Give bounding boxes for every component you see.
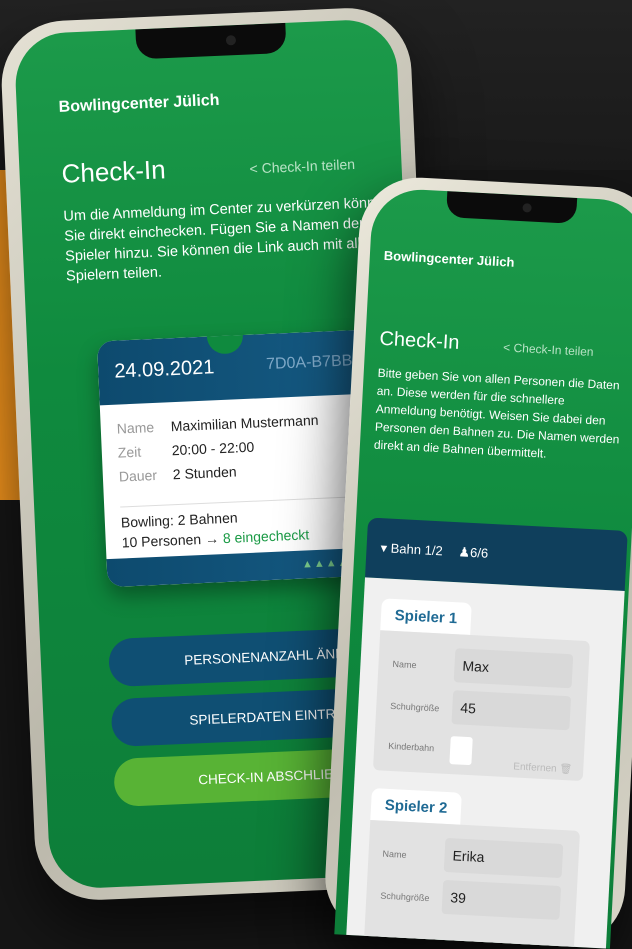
customer-name: Maximilian Mustermann: [170, 411, 319, 435]
person-icon: ♟: [458, 544, 471, 560]
page-title: Check-In: [378, 327, 461, 354]
bowling-lanes: Bowling: 2 Bahnen: [120, 509, 238, 531]
intro-text: Bitte geben Sie von allen Personen die D…: [373, 365, 620, 461]
player-1-remove-link[interactable]: Entfernen 🗑: [513, 761, 572, 775]
phone-right-screen: Bowlingcenter Jülich Check-In < Check-In…: [334, 187, 632, 949]
detail-row-duration: Dauer 2 Stunden: [118, 463, 237, 485]
booking-code: 7D0A-B7BB: [265, 352, 353, 374]
share-icon: <: [502, 340, 511, 355]
player-2-shoe-input[interactable]: 39: [441, 879, 562, 921]
intro-text: Um die Anmeldung im Center zu verkürzen …: [63, 194, 392, 285]
persons-status: 10 Personen → 8 eingecheckt: [121, 526, 310, 551]
share-checkin-link[interactable]: < Check-In teilen: [503, 340, 594, 359]
player-1-name-input[interactable]: Max: [453, 648, 574, 689]
app-name: Bowlingcenter Jülich: [58, 91, 220, 116]
page-title: Check-In: [60, 154, 167, 189]
player-2-name-input[interactable]: Erika: [443, 837, 564, 879]
player-1-shoe-input[interactable]: 45: [451, 690, 572, 731]
booking-date: 24.09.2021: [113, 356, 215, 383]
detail-row-name: Name Maximilian Mustermann: [116, 411, 319, 437]
phone-notch: [445, 191, 578, 224]
trash-icon: 🗑: [559, 763, 573, 776]
player-2-form: Name Erika Schuhgröße 39: [363, 819, 581, 949]
app-name: Bowlingcenter Jülich: [383, 247, 515, 270]
booking-time: 20:00 - 22:00: [171, 438, 255, 459]
lane-player-count: ♟6/6: [458, 544, 489, 561]
app-header: Bowlingcenter Jülich: [16, 78, 399, 135]
player-1-tab[interactable]: Spieler 1: [380, 598, 472, 635]
player-2-tab[interactable]: Spieler 2: [370, 788, 462, 825]
checked-in-count: 8 eingecheckt: [222, 526, 310, 547]
lane-label: ▾ Bahn 1/2: [380, 540, 444, 559]
player-1-form: Name Max Schuhgröße 45 Kinderbahn Entfer…: [372, 630, 590, 782]
detail-row-time: Zeit 20:00 - 22:00: [117, 438, 255, 461]
booking-duration: 2 Stunden: [172, 463, 237, 483]
player-1-kids-checkbox[interactable]: [449, 736, 473, 766]
share-checkin-link[interactable]: < Check-In teilen: [249, 156, 355, 177]
phone-right: Bowlingcenter Jülich Check-In < Check-In…: [322, 174, 632, 949]
share-icon: <: [249, 160, 259, 177]
share-label: Check-In teilen: [261, 155, 356, 177]
ticket-notch: [206, 327, 244, 355]
phone-notch: [135, 22, 287, 60]
lane-players-card: Spieler 1 Name Max Schuhgröße 45 Kinderb…: [345, 577, 625, 949]
ticket-details: Name Maximilian Mustermann Zeit 20:00 - …: [116, 412, 321, 493]
